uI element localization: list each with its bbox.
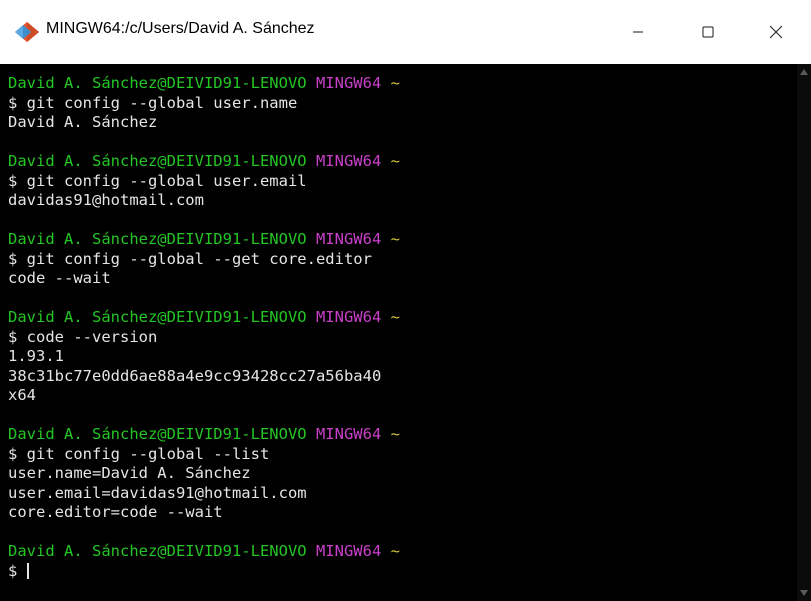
prompt-user-host: David A. Sánchez@DEIVID91-LENOVO: [8, 542, 307, 560]
prompt-path: ~: [390, 542, 400, 560]
prompt-user-host: David A. Sánchez@DEIVID91-LENOVO: [8, 152, 307, 170]
prompt-line: David A. Sánchez@DEIVID91-LENOVO MINGW64…: [8, 542, 797, 562]
vertical-scrollbar[interactable]: [797, 64, 811, 601]
output-line: David A. Sánchez: [8, 113, 158, 131]
prompt-system: MINGW64: [315, 308, 382, 326]
maximize-icon: [702, 26, 714, 38]
window-title: MINGW64:/c/Users/David A. Sánchez: [46, 20, 315, 37]
prompt-system: MINGW64: [315, 230, 382, 248]
command-line: $ code --version: [8, 327, 158, 346]
command-line: $ git config --global --get core.editor: [8, 249, 372, 268]
minimize-button[interactable]: [603, 0, 673, 64]
prompt-system: MINGW64: [315, 74, 382, 92]
output-line: core.editor=code --wait: [8, 503, 223, 521]
minimize-icon: [633, 31, 643, 33]
prompt-system: MINGW64: [315, 425, 382, 443]
input-line[interactable]: $: [8, 562, 797, 582]
input-prompt: $: [8, 561, 27, 580]
output-line: code --wait: [8, 269, 111, 287]
scroll-down-arrow-icon[interactable]: [800, 590, 808, 596]
prompt-user-host: David A. Sánchez@DEIVID91-LENOVO: [8, 230, 307, 248]
prompt-line: David A. Sánchez@DEIVID91-LENOVO MINGW64…: [8, 74, 797, 94]
title-bar[interactable]: MINGW64:/c/Users/David A. Sánchez: [0, 0, 811, 64]
scroll-up-arrow-icon[interactable]: [800, 69, 808, 75]
prompt-line: David A. Sánchez@DEIVID91-LENOVO MINGW64…: [8, 308, 797, 328]
output-line: 38c31bc77e0dd6ae88a4e9cc93428cc27a56ba40: [8, 366, 382, 385]
output-line: user.email=davidas91@hotmail.com: [8, 483, 307, 502]
prompt-user-host: David A. Sánchez@DEIVID91-LENOVO: [8, 308, 307, 326]
prompt-system: MINGW64: [315, 542, 382, 560]
prompt-user-host: David A. Sánchez@DEIVID91-LENOVO: [8, 425, 307, 443]
close-button[interactable]: [741, 0, 811, 64]
prompt-system: MINGW64: [315, 152, 382, 170]
output-line: x64: [8, 386, 36, 404]
prompt-line: David A. Sánchez@DEIVID91-LENOVO MINGW64…: [8, 230, 797, 250]
prompt-user-host: David A. Sánchez@DEIVID91-LENOVO: [8, 74, 307, 92]
command-line: $ git config --global --list: [8, 444, 270, 463]
prompt-path: ~: [390, 74, 400, 92]
prompt-line: David A. Sánchez@DEIVID91-LENOVO MINGW64…: [8, 425, 797, 445]
prompt-path: ~: [390, 425, 400, 443]
text-cursor: [26, 562, 29, 579]
prompt-path: ~: [390, 308, 400, 326]
prompt-path: ~: [390, 152, 400, 170]
command-line: $ git config --global user.name: [8, 93, 298, 112]
prompt-path: ~: [390, 230, 400, 248]
output-line: 1.93.1: [8, 347, 64, 365]
prompt-line: David A. Sánchez@DEIVID91-LENOVO MINGW64…: [8, 152, 797, 172]
terminal-output[interactable]: David A. Sánchez@DEIVID91-LENOVO MINGW64…: [0, 64, 797, 601]
maximize-button[interactable]: [673, 0, 743, 64]
output-line: davidas91@hotmail.com: [8, 191, 204, 209]
command-line: $ git config --global user.email: [8, 171, 307, 190]
output-line: user.name=David A. Sánchez: [8, 464, 251, 482]
terminal-window: MINGW64:/c/Users/David A. Sánchez David …: [0, 0, 811, 601]
git-bash-icon: [15, 22, 39, 42]
close-icon: [769, 25, 783, 39]
